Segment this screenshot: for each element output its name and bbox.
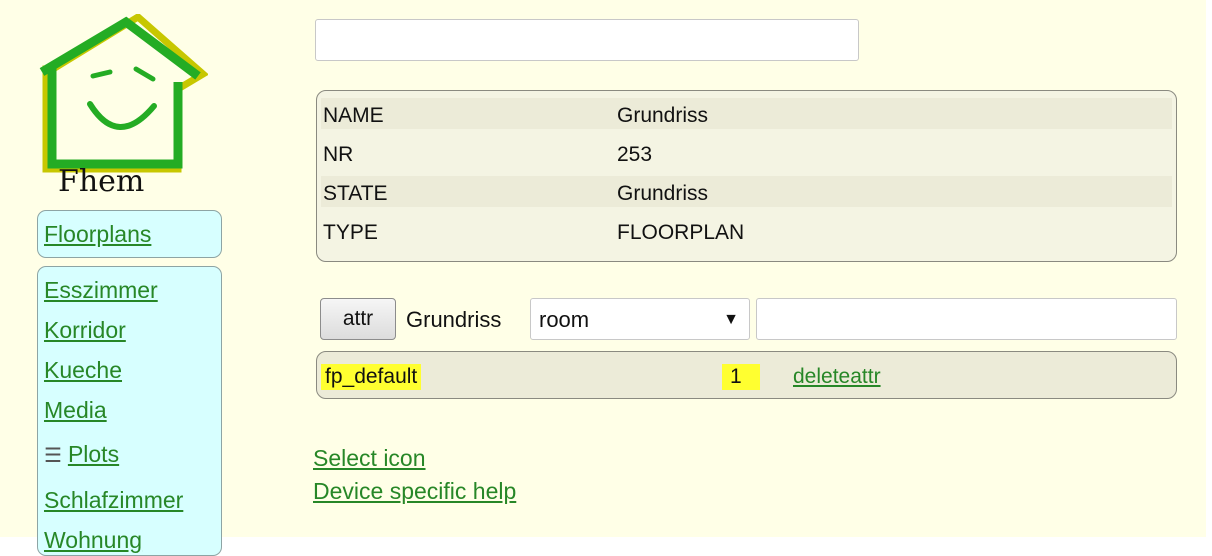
attribute-name: fp_default bbox=[321, 364, 422, 390]
menu-link-plots[interactable]: Plots bbox=[68, 441, 119, 467]
attributes-table: fp_default 1 deleteattr bbox=[316, 351, 1177, 399]
internals-table: NAME Grundriss NR 253 STATE Grundriss TY… bbox=[316, 90, 1177, 262]
internals-row: STATE Grundriss bbox=[321, 176, 1172, 207]
menu-link-kueche[interactable]: Kueche bbox=[44, 357, 122, 384]
menu-link-esszimmer[interactable]: Esszimmer bbox=[44, 277, 158, 304]
menu-link-wohnung[interactable]: Wohnung bbox=[44, 527, 142, 554]
logo-text: Fhem bbox=[58, 164, 145, 199]
menu-link-media[interactable]: Media bbox=[44, 397, 107, 424]
attr-select-value: room bbox=[539, 307, 590, 332]
internals-row: TYPE FLOORPLAN bbox=[321, 215, 1172, 246]
internals-row: NR 253 bbox=[321, 137, 1172, 168]
command-input[interactable] bbox=[315, 19, 859, 61]
internals-key: NR bbox=[323, 143, 354, 166]
plots-icon: ☰ bbox=[44, 445, 62, 467]
delete-attribute-link[interactable]: deleteattr bbox=[793, 365, 881, 389]
page: Fhem Floorplans Esszimmer Korridor Kuech… bbox=[0, 0, 1212, 556]
menu-rooms-box: Esszimmer Korridor Kueche Media ☰ Plots S… bbox=[37, 266, 222, 556]
menu-link-floorplans[interactable]: Floorplans bbox=[44, 221, 151, 248]
internals-key: STATE bbox=[323, 182, 388, 205]
internals-value: Grundriss bbox=[617, 182, 709, 205]
internals-key: TYPE bbox=[323, 221, 378, 244]
attr-value-input[interactable] bbox=[756, 298, 1177, 340]
device-help-link[interactable]: Device specific help bbox=[313, 478, 516, 505]
internals-value: 253 bbox=[617, 143, 653, 166]
menu-floorplans-box: Floorplans bbox=[37, 210, 222, 258]
internals-value: Grundriss bbox=[617, 104, 709, 127]
menu-link-korridor[interactable]: Korridor bbox=[44, 317, 126, 344]
internals-key: NAME bbox=[323, 104, 384, 127]
menu-item-plots[interactable]: ☰ Plots bbox=[44, 441, 119, 468]
internals-value: FLOORPLAN bbox=[617, 221, 745, 244]
internals-row: NAME Grundriss bbox=[321, 98, 1172, 129]
chevron-down-icon: ▼ bbox=[723, 311, 739, 328]
select-icon-link[interactable]: Select icon bbox=[313, 445, 426, 472]
attribute-value: 1 bbox=[722, 364, 760, 390]
attr-button[interactable]: attr bbox=[320, 298, 396, 340]
attr-device-name: Grundriss bbox=[406, 307, 502, 332]
menu-link-schlafzimmer[interactable]: Schlafzimmer bbox=[44, 487, 183, 514]
attr-select[interactable]: room ▼ bbox=[530, 298, 750, 340]
